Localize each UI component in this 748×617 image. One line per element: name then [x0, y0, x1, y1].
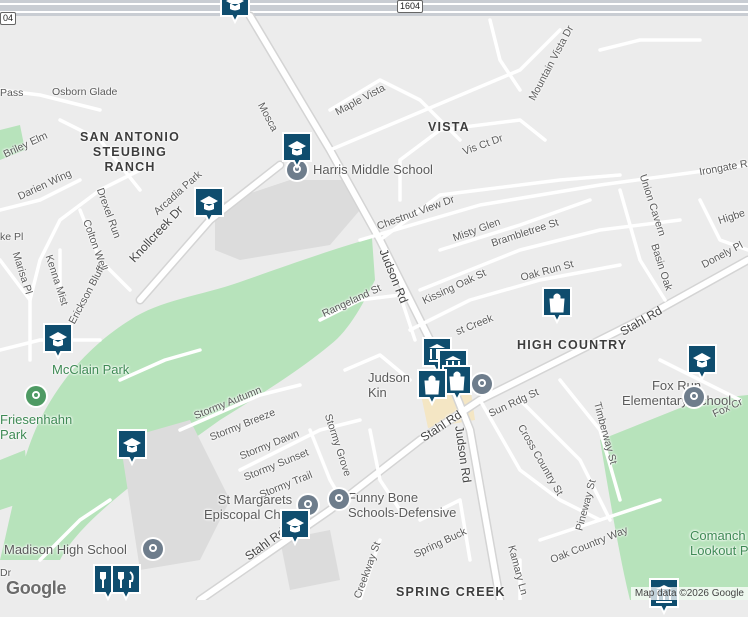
poi-madison-high-school[interactable]: Madison High School: [4, 542, 127, 557]
school-marker[interactable]: [193, 186, 225, 226]
poi-funny-bone-schools[interactable]: Funny Bone Schools-Defensive: [348, 490, 456, 520]
restaurant-marker[interactable]: [110, 563, 142, 603]
poi-mcclain-park[interactable]: McClain Park: [52, 362, 129, 377]
area-label: SAN ANTONIO STEUBING RANCH: [80, 130, 181, 174]
school-icon: [143, 539, 163, 559]
poi-judson-kin[interactable]: Judson Kin: [368, 370, 410, 400]
shopping-marker[interactable]: [416, 368, 448, 408]
area-san-antonio-steubing-ranch: SAN ANTONIO STEUBING RANCH: [80, 130, 180, 175]
map-data-credit[interactable]: Map data ©2026 Google: [630, 587, 748, 600]
park-icon: [26, 386, 46, 406]
school-marker[interactable]: [686, 343, 718, 383]
area-spring-creek: SPRING CREEK: [396, 585, 506, 599]
school-marker[interactable]: [219, 0, 251, 26]
area-high-country: HIGH COUNTRY: [517, 338, 628, 352]
school-icon: [329, 489, 349, 509]
highway-shield-left: 04: [0, 12, 17, 25]
poi-harris-middle-school[interactable]: Harris Middle School: [313, 162, 433, 177]
street-label: ke Pl: [0, 231, 24, 243]
school-icon: [684, 387, 704, 407]
school-marker[interactable]: [116, 428, 148, 468]
poi-friesenhahn-park[interactable]: Friesenhahn Park: [0, 412, 72, 442]
school-marker[interactable]: [42, 322, 74, 362]
area-vista: VISTA: [428, 120, 470, 134]
google-logo: Google: [6, 578, 67, 598]
street-label: Pass: [0, 87, 24, 99]
school-icon: [472, 374, 492, 394]
street-label: Dr: [0, 567, 12, 579]
school-marker[interactable]: [281, 131, 313, 171]
street-label: Osborn Glade: [52, 86, 118, 98]
school-marker[interactable]: [279, 508, 311, 548]
highway-shield: 1604: [397, 0, 424, 13]
highway-1604: [0, 0, 748, 16]
shopping-marker[interactable]: [541, 286, 573, 326]
poi-comanche-lookout-park[interactable]: Comanch Lookout P: [690, 528, 748, 558]
